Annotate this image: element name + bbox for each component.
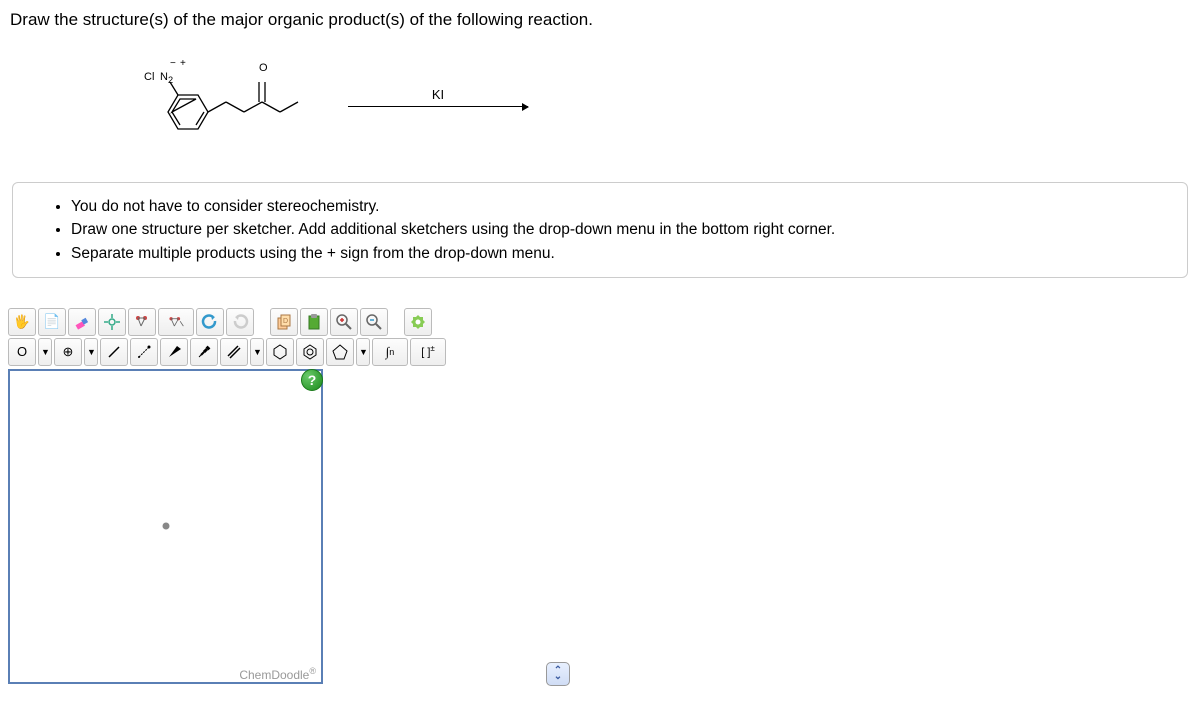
- reaction-arrow: KI: [348, 87, 528, 107]
- charge-tool[interactable]: ⊕: [54, 338, 82, 366]
- ring-dropdown[interactable]: ▼: [356, 338, 370, 366]
- center-tool[interactable]: [98, 308, 126, 336]
- recessed-bond-tool[interactable]: [130, 338, 158, 366]
- bracket-tool[interactable]: [ ]±: [410, 338, 446, 366]
- zoom-out-button[interactable]: [360, 308, 388, 336]
- reagent-label: KI: [432, 87, 444, 102]
- toolbar-row-2: O ▼ ⊕ ▼ ▼ ▼ ∫n [ ]±: [8, 338, 590, 366]
- undo-button[interactable]: [196, 308, 224, 336]
- chain-tool[interactable]: ∫n: [372, 338, 408, 366]
- atom-dropdown[interactable]: ▼: [38, 338, 52, 366]
- benzene-tool[interactable]: [266, 338, 294, 366]
- sketcher-canvas[interactable]: ? ChemDoodle®: [8, 369, 323, 684]
- zoom-in-button[interactable]: [330, 308, 358, 336]
- settings-button[interactable]: [404, 308, 432, 336]
- sketcher-wrapper: 🖐 📄 D O ▼ ⊕ ▼ ▼ ▼ ∫n [ ]± ? Che: [8, 308, 590, 684]
- svg-text:D: D: [283, 318, 288, 325]
- redo-button[interactable]: [226, 308, 254, 336]
- chemdoodle-brand-label: ChemDoodle®: [239, 666, 316, 682]
- help-button[interactable]: ?: [301, 369, 323, 391]
- template-tool[interactable]: [158, 308, 194, 336]
- cyclohexane-tool[interactable]: [296, 338, 324, 366]
- move-tool[interactable]: 🖐: [8, 308, 36, 336]
- hash-bond-tool[interactable]: [190, 338, 218, 366]
- clean-tool[interactable]: [128, 308, 156, 336]
- instruction-item: Draw one structure per sketcher. Add add…: [71, 218, 1171, 241]
- atom-tool[interactable]: O: [8, 338, 36, 366]
- label-minus: −: [170, 58, 176, 69]
- reactant-structure: Cl N2 − + O: [118, 57, 318, 137]
- instructions-box: You do not have to consider stereochemis…: [12, 182, 1188, 278]
- toolbar-row-1: 🖐 📄 D: [8, 308, 590, 336]
- label-n2: N2: [160, 71, 173, 85]
- double-bond-tool[interactable]: [220, 338, 248, 366]
- canvas-starting-atom[interactable]: [162, 523, 169, 530]
- label-plus: +: [180, 58, 186, 69]
- reaction-scheme: Cl N2 − + O KI: [118, 52, 1192, 142]
- open-tool[interactable]: 📄: [38, 308, 66, 336]
- label-o: O: [259, 62, 268, 74]
- instruction-item: Separate multiple products using the + s…: [71, 242, 1171, 265]
- wedge-bond-tool[interactable]: [160, 338, 188, 366]
- add-sketcher-dropdown[interactable]: ⌃ ⌄: [546, 662, 570, 686]
- chevron-down-icon: ⌄: [554, 674, 562, 680]
- arrow-line: [348, 106, 528, 107]
- bond-dropdown[interactable]: ▼: [250, 338, 264, 366]
- eraser-tool[interactable]: [68, 308, 96, 336]
- charge-dropdown[interactable]: ▼: [84, 338, 98, 366]
- label-cl: Cl: [144, 71, 154, 83]
- question-title: Draw the structure(s) of the major organ…: [8, 8, 1192, 32]
- instruction-item: You do not have to consider stereochemis…: [71, 195, 1171, 218]
- paste-button[interactable]: [300, 308, 328, 336]
- cyclopentane-tool[interactable]: [326, 338, 354, 366]
- copy-button[interactable]: D: [270, 308, 298, 336]
- single-bond-tool[interactable]: [100, 338, 128, 366]
